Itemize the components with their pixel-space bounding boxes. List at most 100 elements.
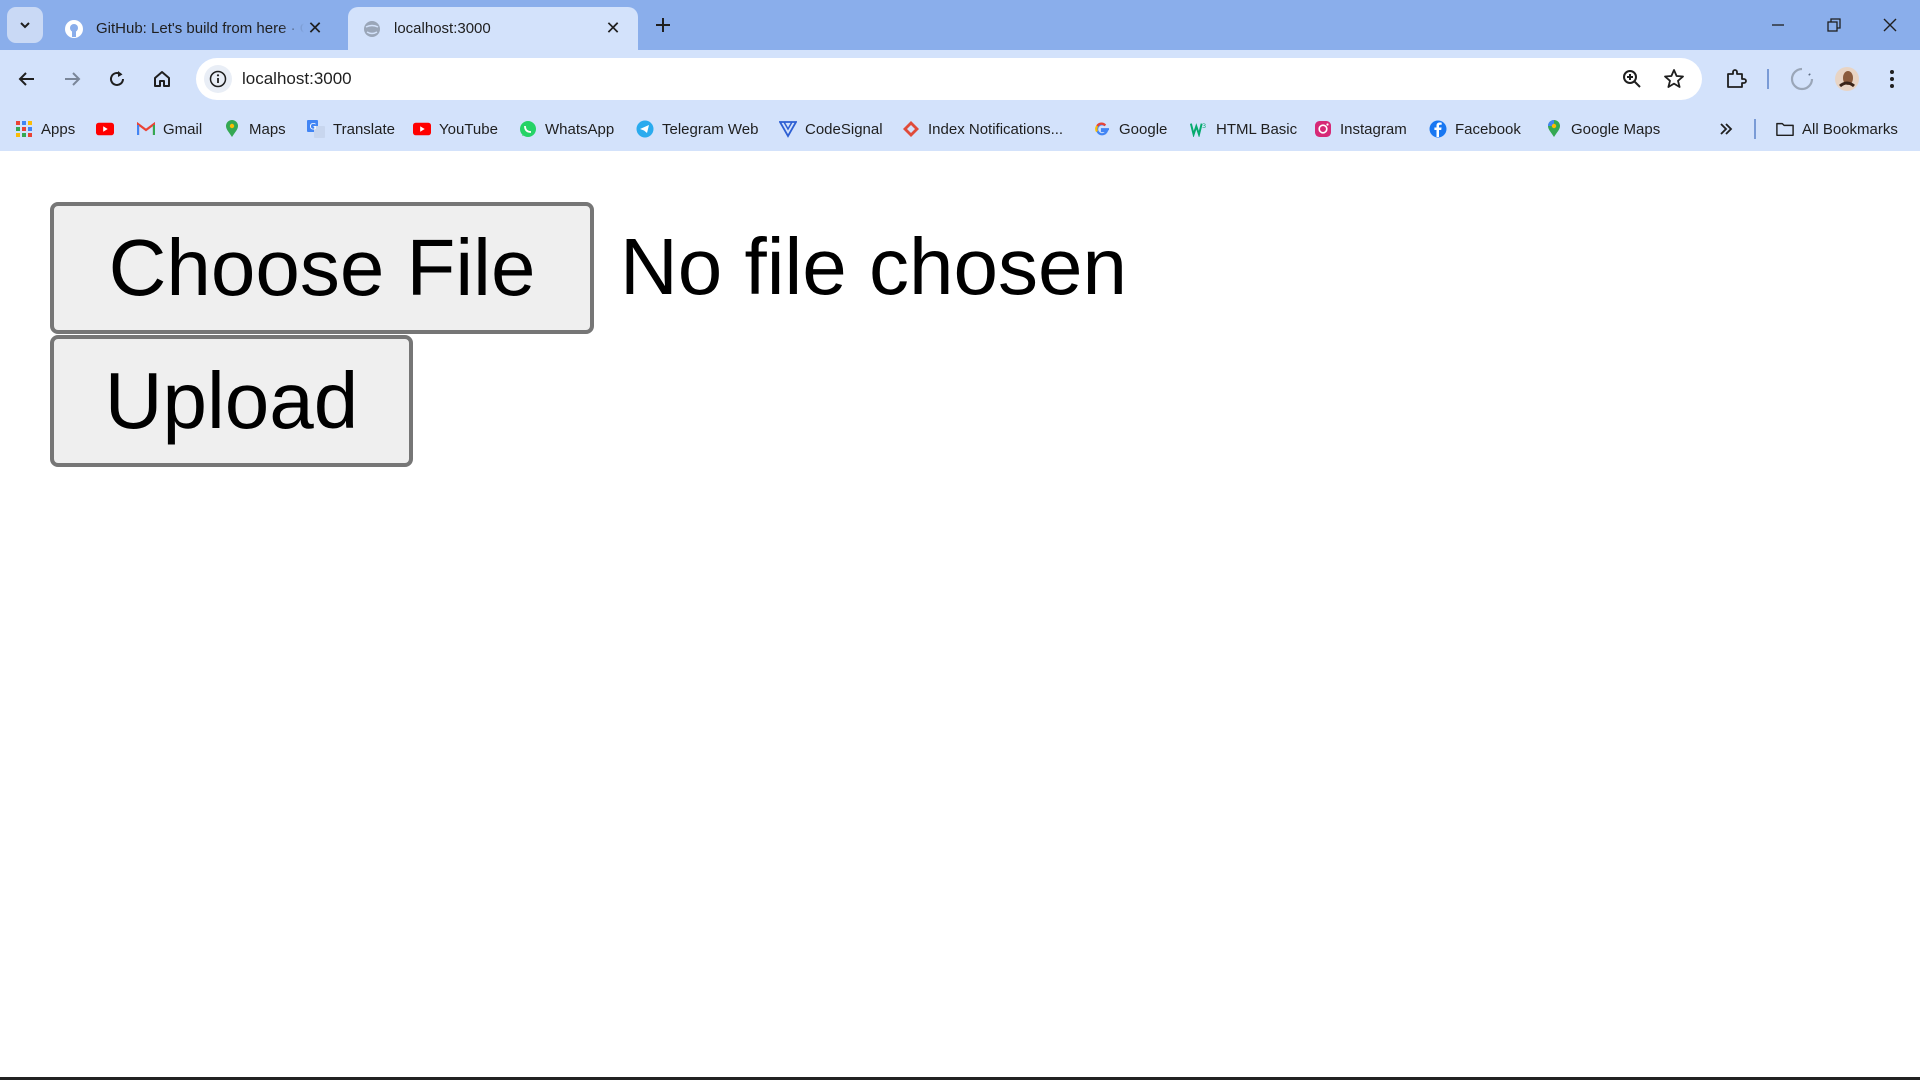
facebook-icon bbox=[1429, 120, 1447, 138]
bookmark-youtube-icon-only[interactable] bbox=[96, 116, 122, 142]
tab-title: GitHub: Let's build from here · GitHub bbox=[96, 20, 304, 37]
svg-text:3: 3 bbox=[1202, 123, 1206, 130]
toolbar: localhost:3000 bbox=[0, 50, 1920, 108]
close-icon[interactable]: ✕ bbox=[304, 18, 326, 40]
bookmark-star-icon[interactable] bbox=[1662, 67, 1686, 96]
bookmarks-bar: Apps Gmail Maps G Translate YouTube What… bbox=[0, 108, 1920, 151]
spinner-icon bbox=[1790, 67, 1814, 91]
close-window-button[interactable] bbox=[1862, 0, 1918, 50]
svg-text:G: G bbox=[310, 123, 317, 133]
bookmark-telegram[interactable]: Telegram Web bbox=[636, 116, 758, 142]
whatsapp-icon bbox=[519, 120, 537, 138]
bookmark-label: YouTube bbox=[439, 120, 498, 138]
bookmark-whatsapp[interactable]: WhatsApp bbox=[519, 116, 614, 142]
index-icon bbox=[902, 120, 920, 138]
browser-chrome: GitHub: Let's build from here · GitHub ✕… bbox=[0, 0, 1920, 151]
bookmark-label: Facebook bbox=[1455, 120, 1521, 138]
tab-title: localhost:3000 bbox=[394, 20, 491, 37]
info-icon bbox=[209, 70, 227, 88]
reload-icon bbox=[110, 71, 124, 86]
codesignal-icon bbox=[779, 120, 797, 138]
bookmark-label: CodeSignal bbox=[805, 120, 883, 138]
extensions-button[interactable] bbox=[1718, 61, 1754, 97]
chevron-down-icon bbox=[20, 22, 30, 29]
restore-icon bbox=[1827, 18, 1841, 32]
bookmark-label: Telegram Web bbox=[662, 120, 759, 138]
restore-button[interactable] bbox=[1806, 0, 1862, 50]
all-bookmarks-button[interactable]: All Bookmarks bbox=[1776, 116, 1898, 142]
back-button[interactable] bbox=[9, 61, 45, 97]
w3schools-icon: 3 bbox=[1190, 120, 1208, 138]
page-content: Choose File No file chosen Upload bbox=[0, 151, 1920, 1080]
home-button[interactable] bbox=[144, 61, 180, 97]
translate-icon: G bbox=[307, 120, 325, 138]
bookmark-google[interactable]: Google bbox=[1093, 116, 1167, 142]
toolbar-divider bbox=[1767, 69, 1769, 89]
home-icon bbox=[154, 71, 170, 87]
close-icon bbox=[1883, 18, 1897, 32]
bookmark-label: Translate bbox=[333, 120, 395, 138]
site-info-button[interactable] bbox=[204, 65, 232, 93]
maps-pin-icon bbox=[223, 120, 241, 138]
gmail-icon bbox=[137, 120, 155, 138]
bookmark-label: Maps bbox=[249, 120, 286, 138]
bookmark-codesignal[interactable]: CodeSignal bbox=[779, 116, 883, 142]
bookmark-instagram[interactable]: Instagram bbox=[1314, 116, 1407, 142]
bookmark-translate[interactable]: G Translate bbox=[307, 116, 395, 142]
reload-button[interactable] bbox=[99, 61, 135, 97]
new-tab-button[interactable] bbox=[650, 12, 676, 38]
bookmark-facebook[interactable]: Facebook bbox=[1429, 116, 1521, 142]
youtube-icon bbox=[96, 120, 114, 138]
bookmark-label: HTML Basic bbox=[1216, 120, 1298, 138]
bookmark-label: All Bookmarks bbox=[1802, 120, 1898, 138]
bookmark-label: Apps bbox=[41, 120, 76, 138]
bookmark-label: Gmail bbox=[163, 120, 203, 138]
loading-indicator bbox=[1784, 61, 1820, 97]
bookmark-apps[interactable]: Apps bbox=[15, 116, 75, 142]
bookmark-maps[interactable]: Maps bbox=[223, 116, 286, 142]
kebab-menu-icon bbox=[1890, 70, 1894, 88]
avatar-icon bbox=[1835, 67, 1859, 91]
double-chevron-right-icon bbox=[1720, 123, 1733, 135]
forward-button[interactable] bbox=[54, 61, 90, 97]
upload-button[interactable]: Upload bbox=[50, 335, 413, 467]
bookmark-label: Index Notifications... bbox=[928, 120, 1064, 138]
globe-icon bbox=[362, 19, 382, 39]
bookmark-label: Google bbox=[1119, 120, 1168, 138]
url-text[interactable]: localhost:3000 bbox=[242, 58, 352, 100]
telegram-icon bbox=[636, 120, 654, 138]
file-status-text: No file chosen bbox=[620, 222, 1127, 311]
bookmark-html-basic[interactable]: 3 HTML Basic bbox=[1190, 116, 1297, 142]
bookmark-google-maps[interactable]: Google Maps bbox=[1545, 116, 1660, 142]
minimize-button[interactable] bbox=[1750, 0, 1806, 50]
plus-icon bbox=[656, 18, 670, 32]
bookmark-gmail[interactable]: Gmail bbox=[137, 116, 202, 142]
zoom-icon[interactable] bbox=[1620, 67, 1644, 96]
tab-strip: GitHub: Let's build from here · GitHub ✕… bbox=[0, 0, 1920, 50]
profile-avatar[interactable] bbox=[1829, 61, 1865, 97]
bookmark-label: WhatsApp bbox=[545, 120, 615, 138]
folder-icon bbox=[1776, 120, 1794, 138]
bookmark-index-notifications[interactable]: Index Notifications... bbox=[902, 116, 1063, 142]
google-icon bbox=[1093, 120, 1111, 138]
tab-github[interactable]: GitHub: Let's build from here · GitHub ✕ bbox=[50, 7, 340, 50]
bookmark-label: Instagram bbox=[1340, 120, 1407, 138]
arrow-left-icon bbox=[18, 72, 34, 86]
github-icon bbox=[64, 19, 84, 39]
maps-pin-icon bbox=[1545, 120, 1563, 138]
bookmark-label: Google Maps bbox=[1571, 120, 1661, 138]
bookmark-youtube[interactable]: YouTube bbox=[413, 116, 498, 142]
apps-grid-icon bbox=[15, 120, 33, 138]
youtube-icon bbox=[413, 120, 431, 138]
minimize-icon bbox=[1772, 24, 1784, 26]
tab-search-button[interactable] bbox=[7, 7, 43, 43]
bookmarks-divider bbox=[1754, 119, 1756, 139]
tab-localhost[interactable]: localhost:3000 ✕ bbox=[348, 7, 638, 50]
puzzle-icon bbox=[1727, 69, 1747, 88]
address-bar[interactable]: localhost:3000 bbox=[196, 58, 1702, 100]
bookmarks-overflow-button[interactable] bbox=[1718, 116, 1734, 142]
choose-file-button[interactable]: Choose File bbox=[50, 202, 594, 334]
arrow-right-icon bbox=[65, 72, 81, 86]
close-icon[interactable]: ✕ bbox=[602, 18, 624, 40]
menu-button[interactable] bbox=[1874, 61, 1910, 97]
